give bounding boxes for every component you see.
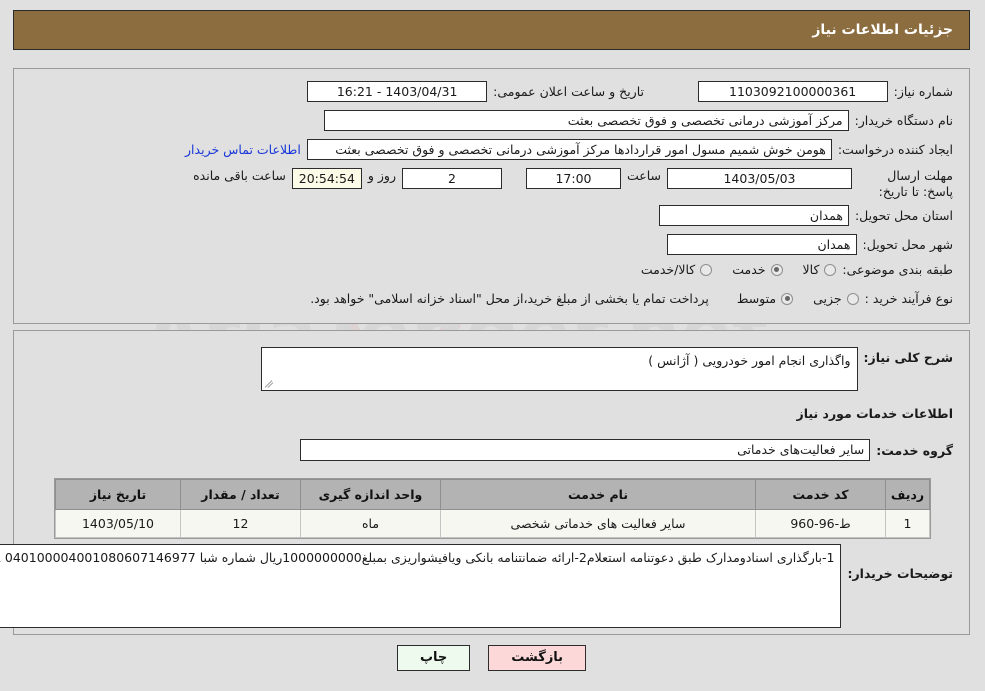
process-option-motavaset[interactable]: متوسط [737, 291, 795, 306]
cell-unit: ماه [301, 509, 442, 538]
print-button[interactable]: چاپ [397, 645, 472, 671]
service-group-value: سایر فعالیت‌های خدماتی [301, 439, 872, 461]
province-row: استان محل تحویل: همدان [659, 205, 954, 226]
process-row: نوع فرآیند خرید : جزیی متوسط پرداخت تمام… [311, 291, 954, 306]
remaining-days-label: روز و [368, 168, 397, 183]
deadline-label: مهلت ارسال پاسخ: تا تاریخ: [879, 168, 954, 199]
category-option-kala-khedmat[interactable]: کالا/خدمت [641, 262, 714, 277]
radio-kala-icon[interactable] [825, 263, 838, 276]
process-option-jozi-label: جزیی [814, 291, 843, 306]
category-option-kala-khedmat-label: کالا/خدمت [641, 262, 697, 277]
cell-name: سایر فعالیت های خدماتی شخصی [441, 509, 757, 538]
city-value: همدان [667, 234, 858, 255]
announce-value: 1403/04/31 - 16:21 [308, 81, 489, 102]
need-detail-panel: شرح کلی نیاز: واگذاری انجام امور خودرویی… [0, 330, 971, 635]
deadline-time-value: 17:00 [526, 168, 622, 189]
need-info-panel: شماره نیاز: 1103092100000361 تاریخ و ساع… [14, 68, 971, 324]
radio-khedmat-icon[interactable] [771, 263, 784, 276]
services-heading-row: اطلاعات خدمات مورد نیاز [798, 406, 955, 421]
process-label: نوع فرآیند خرید : [865, 291, 954, 306]
cell-date: 1403/05/10 [56, 509, 182, 538]
buyer-notes-text: 1-بارگذاری اسنادومدارک طبق دعوتنامه استع… [0, 550, 836, 565]
services-table: ردیف کد خدمت نام خدمت واحد اندازه گیری ت… [55, 478, 932, 539]
creator-value: هومن خوش شمیم مسول امور قراردادها مرکز آ… [307, 139, 833, 160]
page-header: جزئیات اطلاعات نیاز [14, 10, 971, 50]
col-name: نام خدمت [441, 479, 757, 510]
general-desc-value[interactable]: واگذاری انجام امور خودرویی ( آژانس ) [261, 347, 859, 391]
process-note: پرداخت تمام یا بخشی از مبلغ خرید،از محل … [311, 291, 710, 306]
category-option-khedmat-label: خدمت [733, 262, 767, 277]
category-row: طبقه بندی موضوعی: کالا خدمت کالا/خدمت [628, 262, 954, 277]
radio-kala-khedmat-icon[interactable] [701, 263, 714, 276]
city-row: شهر محل تحویل: همدان [667, 234, 954, 255]
resize-grip-icon[interactable] [265, 378, 276, 389]
col-date: تاریخ نیاز [56, 479, 182, 510]
buyer-notes-row: توضیحات خریدار: 1-بارگذاری اسنادومدارک ط… [0, 544, 954, 628]
need-number-value: 1103092100000361 [698, 81, 889, 102]
cell-qty: 12 [181, 509, 302, 538]
table-row: 1 ط-96-960 سایر فعالیت های خدماتی شخصی م… [56, 509, 931, 538]
process-option-jozi[interactable]: جزیی [814, 291, 860, 306]
services-heading: اطلاعات خدمات مورد نیاز [797, 406, 955, 421]
button-bar: بازگشت چاپ [0, 645, 985, 671]
col-qty: تعداد / مقدار [181, 479, 302, 510]
buyer-notes-label: توضیحات خریدار: [848, 566, 954, 581]
city-label: شهر محل تحویل: [863, 237, 954, 252]
need-number-label: شماره نیاز: [894, 84, 954, 99]
announce-label: تاریخ و ساعت اعلان عمومی: [494, 84, 645, 99]
remaining-days-value: 2 [402, 168, 503, 189]
col-radif: ردیف [886, 479, 931, 510]
radio-jozi-icon[interactable] [847, 292, 860, 305]
province-label: استان محل تحویل: [855, 208, 954, 223]
buyer-org-value: مرکز آموزشی درمانی تخصصی و فوق تخصصی بعث… [324, 110, 850, 131]
deadline-date-value: 1403/05/03 [668, 168, 853, 189]
buyer-org-row: نام دستگاه خریدار: مرکز آموزشی درمانی تخ… [324, 110, 954, 131]
creator-row: ایجاد کننده درخواست: هومن خوش شمیم مسول … [186, 139, 954, 160]
service-group-label: گروه خدمت: [877, 442, 954, 458]
category-label: طبقه بندی موضوعی: [843, 262, 954, 277]
category-option-kala[interactable]: کالا [804, 262, 838, 277]
creator-label: ایجاد کننده درخواست: [838, 142, 954, 157]
cell-code: ط-96-960 [756, 509, 887, 538]
page-title: جزئیات اطلاعات نیاز [813, 22, 954, 38]
remaining-hours-label: ساعت باقی مانده [194, 168, 287, 183]
buyer-notes-value[interactable]: 1-بارگذاری اسنادومدارک طبق دعوتنامه استع… [0, 544, 843, 628]
table-header-row: ردیف کد خدمت نام خدمت واحد اندازه گیری ت… [56, 479, 931, 510]
deadline-time-label: ساعت [627, 168, 662, 183]
general-desc-text: واگذاری انجام امور خودرویی ( آژانس ) [649, 353, 852, 368]
service-group-row: گروه خدمت: سایر فعالیت‌های خدماتی [301, 439, 954, 461]
radio-motavaset-icon[interactable] [782, 292, 795, 305]
province-value: همدان [659, 205, 850, 226]
general-desc-row: شرح کلی نیاز: واگذاری انجام امور خودرویی… [261, 347, 954, 391]
need-number-row: شماره نیاز: 1103092100000361 [698, 81, 954, 102]
countdown-value: 20:54:54 [292, 168, 363, 189]
col-code: کد خدمت [756, 479, 887, 510]
category-option-kala-label: کالا [803, 262, 821, 277]
category-option-khedmat[interactable]: خدمت [733, 262, 784, 277]
general-desc-label: شرح کلی نیاز: [864, 350, 954, 365]
buyer-contact-link[interactable]: اطلاعات تماس خریدار [186, 142, 302, 157]
announce-row: تاریخ و ساعت اعلان عمومی: 1403/04/31 - 1… [308, 81, 645, 102]
buyer-org-label: نام دستگاه خریدار: [855, 113, 954, 128]
process-option-motavaset-label: متوسط [737, 291, 778, 306]
back-button[interactable]: بازگشت [489, 645, 588, 671]
cell-radif: 1 [886, 509, 931, 538]
deadline-row: مهلت ارسال پاسخ: تا تاریخ: 1403/05/03 سا… [194, 168, 954, 199]
col-unit: واحد اندازه گیری [301, 479, 442, 510]
